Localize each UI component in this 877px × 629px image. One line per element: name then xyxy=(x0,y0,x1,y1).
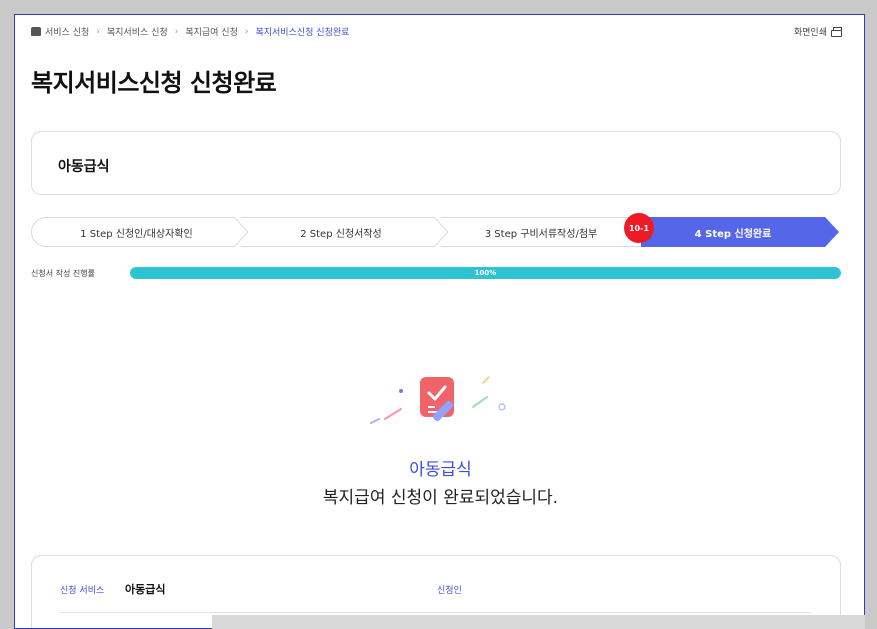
completion-service-name: 아동급식 xyxy=(409,460,472,480)
printer-icon xyxy=(831,27,842,37)
progress-fill: 100% xyxy=(130,267,841,279)
print-label: 화면인쇄 xyxy=(793,28,827,38)
progress-bar: 100% xyxy=(130,267,841,279)
step-4-current: 4 Step 신청완료 xyxy=(641,217,825,247)
step-chevron-icon xyxy=(234,217,248,247)
step-badge: 10-1 xyxy=(624,213,654,243)
page-container: 서비스 신청 › 복지서비스 신청 › 복지급여 신청 › 복지서비스신청 신청… xyxy=(14,14,865,629)
chevron-right-icon: › xyxy=(96,26,100,37)
page-title: 복지서비스신청 신청완료 xyxy=(31,69,277,97)
breadcrumb: 서비스 신청 › 복지서비스 신청 › 복지급여 신청 › 복지서비스신청 신청… xyxy=(31,25,349,38)
chevron-right-icon: › xyxy=(174,26,179,37)
step-label: 2 Step 신청서작성 xyxy=(300,228,382,240)
step-chevron-icon xyxy=(434,217,448,247)
step-indicator: 1 Step 신청인/대상자확인 2 Step 신청서작성 3 Step 구비서… xyxy=(31,217,841,247)
progress-percent: 100% xyxy=(474,269,497,277)
overlay-bar xyxy=(212,615,865,629)
step-label: 1 Step 신청인/대상자확인 xyxy=(80,228,193,240)
print-button[interactable]: 화면인쇄 xyxy=(794,25,842,38)
step-1: 1 Step 신청인/대상자확인 xyxy=(31,217,241,247)
progress-label: 신청서 작성 진행률 xyxy=(31,269,95,278)
document-check-icon xyxy=(370,376,506,424)
breadcrumb-item[interactable]: 복지서비스 신청 xyxy=(107,25,168,38)
step-chevron-icon xyxy=(825,217,839,247)
summary-service-value: 아동급식 xyxy=(125,583,166,596)
service-name: 아동급식 xyxy=(58,159,110,175)
breadcrumb-current: 복지서비스신청 신청완료 xyxy=(255,28,350,38)
home-icon[interactable] xyxy=(31,27,41,36)
breadcrumb-item[interactable]: 복지급여 신청 xyxy=(185,25,238,38)
breadcrumb-item[interactable]: 서비스 신청 xyxy=(45,25,89,38)
step-label: 3 Step 구비서류작성/첨부 xyxy=(484,228,598,240)
completion-message: 복지급여 신청이 완료되었습니다. xyxy=(322,488,559,508)
step-label: 4 Step 신청완료 xyxy=(694,228,772,240)
step-3: 3 Step 구비서류작성/첨부 xyxy=(441,217,641,247)
summary-applicant-label: 신청인 xyxy=(437,586,462,596)
summary-service-label: 신청 서비스 xyxy=(60,586,105,596)
step-2: 2 Step 신청서작성 xyxy=(241,217,441,247)
service-name-box: 아동급식 xyxy=(31,131,841,195)
divider xyxy=(60,612,812,613)
chevron-right-icon: › xyxy=(244,26,249,37)
